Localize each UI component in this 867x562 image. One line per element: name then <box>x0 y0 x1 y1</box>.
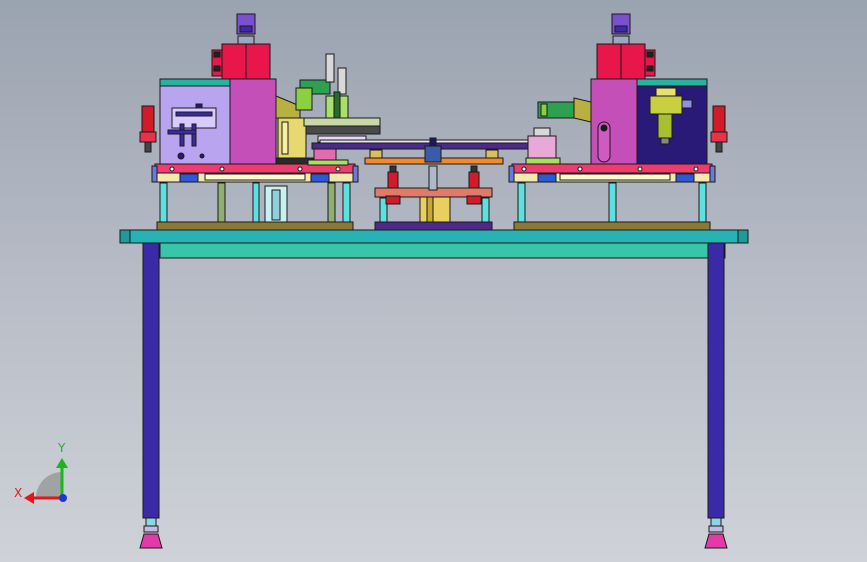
foot-pad-left <box>139 533 163 549</box>
table-top-end-left <box>119 229 131 244</box>
block-left-magenta <box>229 78 277 165</box>
post-left-4 <box>342 182 351 223</box>
post-left-5 <box>252 182 260 223</box>
post-left-3 <box>327 182 336 223</box>
triad-label-x: X <box>14 486 23 500</box>
foot-nut-left <box>143 525 159 533</box>
spring-left-2 <box>337 67 347 95</box>
table-top <box>119 229 749 244</box>
post-right-1 <box>517 182 526 223</box>
table-frame <box>119 229 749 549</box>
table-apron-inner <box>159 242 709 259</box>
post-left-1 <box>159 182 168 223</box>
foot-nut-right <box>708 525 724 533</box>
triad-z-axis <box>59 494 67 502</box>
spring-left-1 <box>325 53 335 83</box>
frame-leg-right <box>707 242 725 519</box>
base-plates <box>156 221 711 231</box>
machine-assembly-drawing <box>24 13 749 549</box>
triad-label-y: Y <box>58 441 66 455</box>
cad-viewport[interactable]: X Y <box>0 0 867 562</box>
table-top-end-right <box>737 229 749 244</box>
valve-left <box>141 105 155 133</box>
post-right-2 <box>608 182 617 223</box>
triad-plane-arc <box>36 472 62 498</box>
right-station <box>508 13 728 223</box>
center-lifter <box>419 195 451 223</box>
housing-right-top <box>636 78 708 87</box>
post-right-3 <box>698 182 707 223</box>
frame-leg-left <box>142 242 160 519</box>
base-plate-center <box>374 221 493 231</box>
base-plate-right <box>513 221 711 231</box>
valve-right <box>712 105 726 133</box>
spindle-right <box>649 95 683 115</box>
plate-right-upper <box>511 163 713 174</box>
axis-triad <box>24 458 68 504</box>
foot-pad-right <box>704 533 728 549</box>
base-plate-left <box>156 221 354 231</box>
post-left-2 <box>217 182 226 223</box>
